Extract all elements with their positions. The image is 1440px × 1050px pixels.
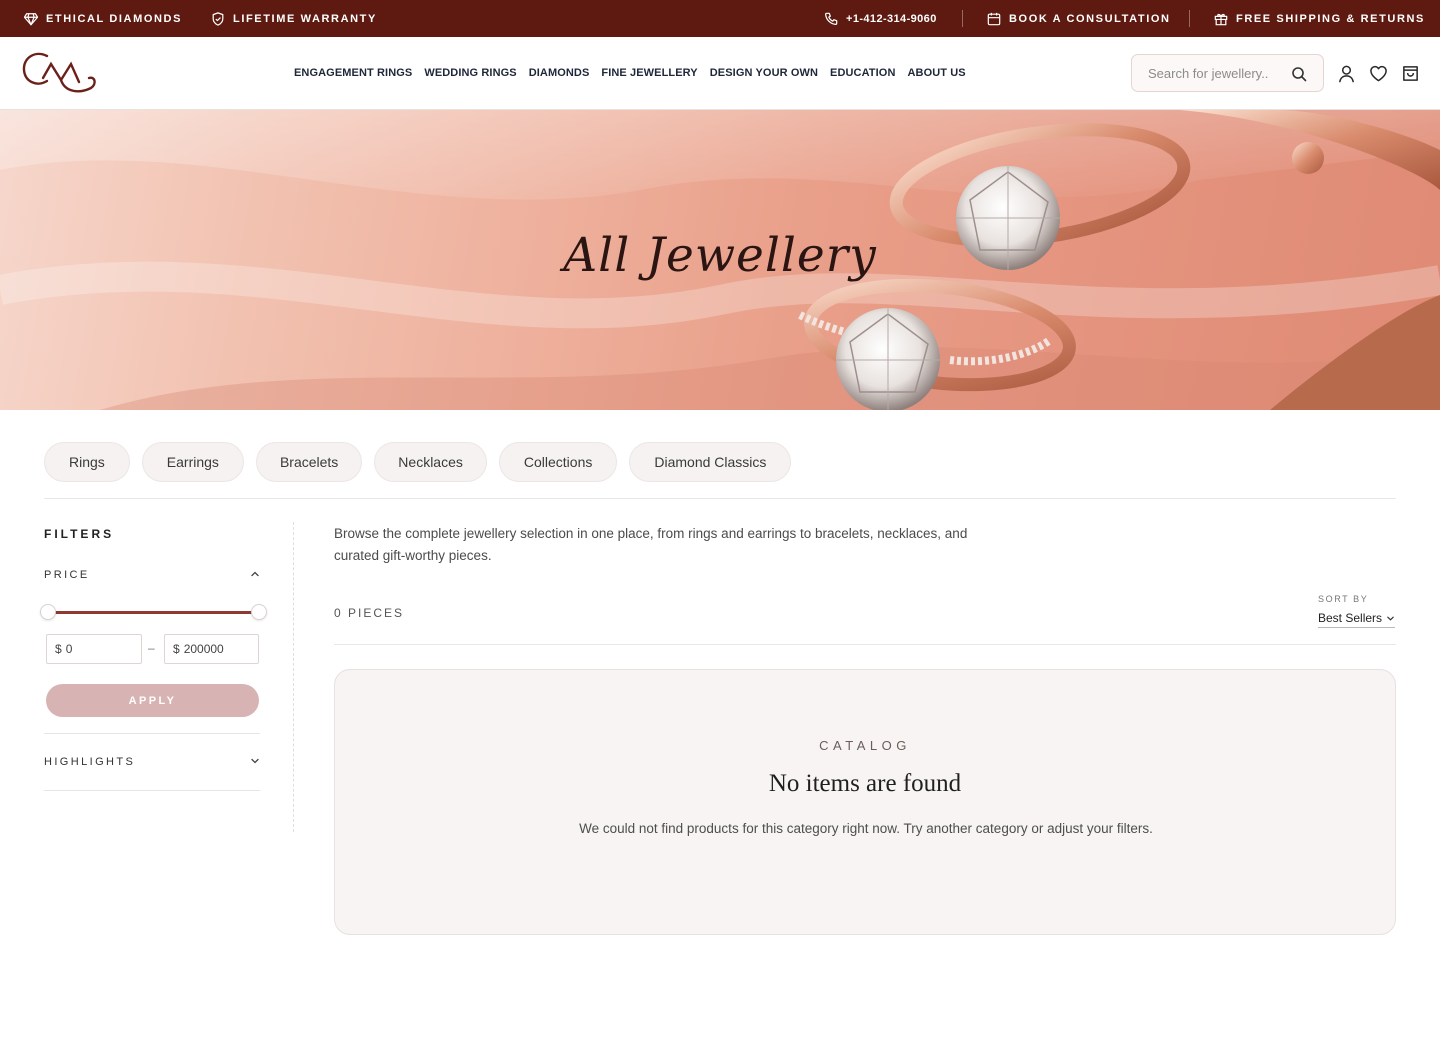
hero-banner: All Jewellery bbox=[0, 110, 1440, 410]
range-separator: – bbox=[148, 641, 155, 655]
divider bbox=[44, 790, 260, 791]
gift-icon bbox=[1214, 13, 1228, 25]
category-chips: Rings Earrings Bracelets Necklaces Colle… bbox=[44, 442, 792, 482]
price-range-track[interactable] bbox=[48, 611, 258, 614]
free-shipping-badge: FREE SHIPPING & RETURNS bbox=[1214, 0, 1425, 37]
free-shipping-text: FREE SHIPPING & RETURNS bbox=[1236, 12, 1425, 25]
price-filter-toggle[interactable]: PRICE bbox=[44, 569, 90, 581]
nav-education[interactable]: EDUCATION bbox=[830, 67, 895, 79]
divider bbox=[334, 644, 1396, 645]
filters-heading: FILTERS bbox=[44, 527, 115, 541]
price-max-field: $ bbox=[164, 634, 259, 664]
main-navigation: ENGAGEMENT RINGS WEDDING RINGS DIAMONDS … bbox=[294, 37, 966, 109]
phone-icon bbox=[825, 12, 838, 25]
consultation-text: BOOK A CONSULTATION bbox=[1009, 12, 1171, 25]
nav-design-your-own[interactable]: DESIGN YOUR OWN bbox=[710, 67, 818, 79]
diamond-icon bbox=[24, 12, 38, 25]
page-title: All Jewellery bbox=[563, 228, 877, 283]
chip-necklaces[interactable]: Necklaces bbox=[374, 442, 487, 482]
search-icon[interactable] bbox=[1291, 66, 1307, 82]
empty-state-card: CATALOG No items are found We could not … bbox=[334, 669, 1396, 935]
price-min-input[interactable] bbox=[65, 642, 136, 656]
phone-number: +1-412-314-9060 bbox=[846, 12, 937, 25]
sidebar-divider bbox=[293, 522, 294, 832]
currency-symbol: $ bbox=[55, 642, 62, 656]
price-range-max-handle[interactable] bbox=[251, 604, 267, 620]
chip-earrings[interactable]: Earrings bbox=[141, 442, 244, 482]
chip-bracelets[interactable]: Bracelets bbox=[255, 442, 363, 482]
price-max-input[interactable] bbox=[183, 642, 254, 656]
nav-engagement-rings[interactable]: ENGAGEMENT RINGS bbox=[294, 67, 412, 79]
category-description: Browse the complete jewellery selection … bbox=[334, 526, 968, 563]
announcement-bar: ETHICAL DIAMONDS LIFETIME WARRANTY +1-41… bbox=[0, 0, 1440, 37]
currency-symbol: $ bbox=[173, 642, 180, 656]
cart-icon bbox=[1402, 65, 1418, 81]
apply-button[interactable]: APPLY bbox=[46, 684, 259, 717]
cart-button[interactable] bbox=[1400, 63, 1420, 83]
calendar-icon bbox=[987, 12, 1001, 25]
chip-collections[interactable]: Collections bbox=[498, 442, 618, 482]
divider bbox=[962, 10, 963, 27]
nav-wedding-rings[interactable]: WEDDING RINGS bbox=[424, 67, 516, 79]
empty-state-message: We could not find products for this cate… bbox=[579, 821, 1153, 836]
wishlist-button[interactable] bbox=[1368, 63, 1388, 83]
ethical-diamonds-badge: ETHICAL DIAMONDS bbox=[24, 0, 182, 37]
book-consultation-link[interactable]: BOOK A CONSULTATION bbox=[987, 0, 1171, 37]
highlights-filter-toggle[interactable]: HIGHLIGHTS bbox=[44, 756, 135, 768]
heart-icon bbox=[1369, 65, 1387, 81]
brand-logo[interactable] bbox=[21, 48, 99, 98]
sort-dropdown[interactable]: Best Sellers bbox=[1318, 611, 1396, 628]
account-icon bbox=[1338, 65, 1354, 82]
result-count: 0 PIECES bbox=[334, 606, 405, 620]
lifetime-warranty-text: LIFETIME WARRANTY bbox=[233, 12, 377, 25]
divider bbox=[1189, 10, 1190, 27]
shield-check-icon bbox=[212, 11, 224, 26]
search-input[interactable] bbox=[1148, 65, 1278, 81]
site-header: ENGAGEMENT RINGS WEDDING RINGS DIAMONDS … bbox=[0, 37, 1440, 110]
empty-state-heading: No items are found bbox=[768, 770, 962, 797]
divider bbox=[44, 498, 1396, 499]
search-box bbox=[1131, 54, 1324, 92]
price-min-field: $ bbox=[46, 634, 142, 664]
sort-by-label: SORT BY bbox=[1318, 594, 1369, 604]
account-button[interactable] bbox=[1336, 63, 1356, 83]
divider bbox=[44, 733, 260, 734]
ethical-diamonds-text: ETHICAL DIAMONDS bbox=[46, 12, 183, 25]
lifetime-warranty-badge: LIFETIME WARRANTY bbox=[211, 0, 377, 37]
sort-value: Best Sellers bbox=[1318, 611, 1383, 625]
chip-diamond-classics[interactable]: Diamond Classics bbox=[629, 442, 792, 482]
phone-link[interactable]: +1-412-314-9060 bbox=[824, 0, 937, 37]
empty-state-kicker: CATALOG bbox=[819, 738, 911, 753]
nav-fine-jewellery[interactable]: FINE JEWELLERY bbox=[601, 67, 697, 79]
price-range-min-handle[interactable] bbox=[40, 604, 56, 620]
nav-diamonds[interactable]: DIAMONDS bbox=[529, 67, 590, 79]
chevron-down-icon[interactable] bbox=[250, 756, 260, 766]
chip-rings[interactable]: Rings bbox=[44, 442, 130, 482]
chevron-up-icon[interactable] bbox=[250, 569, 260, 579]
chevron-down-icon bbox=[1387, 616, 1394, 621]
nav-about-us[interactable]: ABOUT US bbox=[908, 67, 966, 79]
